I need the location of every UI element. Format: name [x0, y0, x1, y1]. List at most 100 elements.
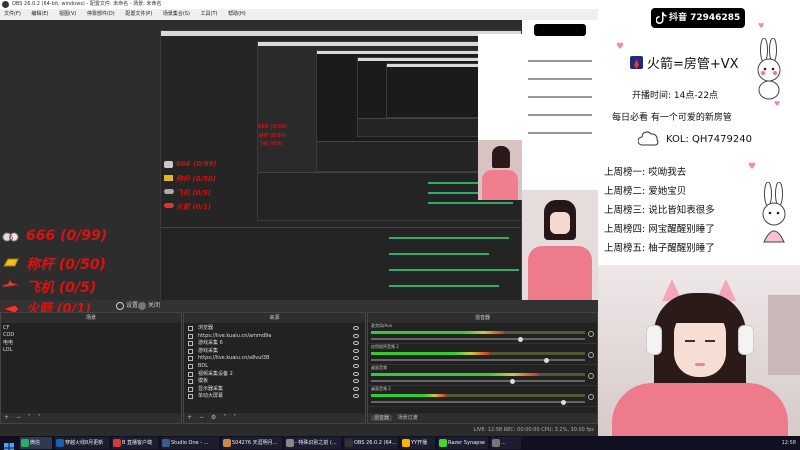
taskbar-app-button[interactable]: 穿越火线8月更新	[55, 437, 109, 449]
gear-icon[interactable]	[116, 302, 124, 310]
headphone-cup	[646, 325, 662, 355]
move-up-icon[interactable]: ˄	[28, 414, 31, 421]
cloud-icon	[637, 131, 660, 147]
visibility-eye-icon[interactable]	[353, 379, 359, 384]
close-label[interactable]: 关闭	[148, 300, 160, 312]
gear-icon[interactable]: ⚙	[211, 414, 216, 421]
add-scene-button[interactable]: +	[4, 414, 9, 421]
rank-4: 上周榜四: 网宝醒醒别睡了	[604, 224, 715, 235]
source-item[interactable]: 游戏采集	[186, 348, 363, 356]
taskbar-app-label: YY开播	[411, 440, 428, 446]
taskbar-app-button[interactable]: OBS 26.0.2 (64...	[344, 437, 398, 449]
menu-edit[interactable]: 编辑(E)	[31, 11, 48, 17]
visibility-eye-icon[interactable]	[353, 386, 359, 391]
taskbar-app-button[interactable]: YY开播	[401, 437, 435, 449]
taskbar-app-button[interactable]: B 直播客户端	[112, 437, 158, 449]
menu-help[interactable]: 帮助(H)	[228, 11, 246, 17]
menu-bar: 文件(F) 编辑(E) 视图(V) 停靠部件(D) 配置文件(P) 场景集合(S…	[0, 9, 598, 20]
broadcast-hours: 开播时间: 14点-22点	[632, 91, 719, 101]
headphone-cup	[738, 325, 754, 355]
taskbar-app-label: - 特殊识别之前 (...	[295, 440, 337, 446]
status-bar: LIVE: 12:58 REC: 00:00:00 CPU: 3.2%, 30.…	[0, 424, 598, 436]
taskbar-app-label: 微信	[30, 440, 41, 446]
scene-item[interactable]: LOL	[3, 347, 179, 354]
move-down-icon[interactable]: ˅	[233, 414, 236, 421]
mixer-track: 桌面音频 2	[368, 386, 597, 407]
gear-icon[interactable]	[588, 394, 594, 400]
gift-small-4: 火箭 (0/1)	[176, 203, 212, 211]
source-item[interactable]: 浏览器	[186, 325, 363, 333]
scene-item[interactable]: 电电	[3, 340, 179, 347]
menu-view[interactable]: 视图(V)	[59, 11, 76, 17]
app-icon	[286, 439, 294, 447]
mixer-track-name: 应用程序音频 2	[371, 344, 399, 349]
source-item[interactable]: 模板	[186, 378, 363, 386]
gamepad-icon	[188, 341, 193, 347]
visibility-eye-icon[interactable]	[353, 363, 359, 368]
title-bar: OBS 26.0.2 (64-bit, windows) - 配置文件: 未命名…	[0, 0, 598, 9]
source-item[interactable]: BDL	[186, 363, 363, 371]
menu-scene-collection[interactable]: 场景集合(S)	[163, 11, 190, 17]
mixer-track-name: 桌面音频	[371, 365, 387, 370]
source-item[interactable]: 单动大屏幕	[186, 393, 363, 401]
visibility-eye-icon[interactable]	[353, 341, 359, 346]
menu-docks[interactable]: 停靠部件(D)	[87, 11, 115, 17]
sources-title: 来源	[184, 313, 365, 323]
obs-window: OBS 26.0.2 (64-bit, windows) - 配置文件: 未命名…	[0, 0, 598, 436]
scene-item[interactable]: COD	[3, 332, 179, 339]
move-down-icon[interactable]: ˅	[38, 414, 41, 421]
gift-overlay-small: 666 (0/99) 称杆 (0/50) 飞机 (0/5) 火箭 (0/1)	[162, 160, 262, 216]
gear-icon[interactable]	[588, 331, 594, 337]
visibility-eye-icon[interactable]	[353, 326, 359, 330]
volume-slider-knob[interactable]	[509, 378, 515, 384]
gear-icon[interactable]	[588, 373, 594, 379]
mixer-track-name: 麦克风/Aux	[371, 323, 392, 328]
taskbar-app-button[interactable]: Studio One - ...	[161, 437, 219, 449]
visibility-eye-icon[interactable]	[353, 394, 359, 399]
gear-icon[interactable]	[588, 352, 594, 358]
source-item[interactable]: 视频采集设备 2	[186, 371, 363, 379]
volume-slider[interactable]	[371, 378, 585, 384]
remove-source-button[interactable]: −	[199, 414, 204, 421]
volume-slider[interactable]	[371, 336, 585, 342]
add-source-button[interactable]: +	[187, 414, 192, 421]
vx-line: 火箭=房管+VX	[647, 57, 739, 72]
tab-mixer[interactable]: 混音器	[371, 415, 393, 421]
move-up-icon[interactable]: ˄	[223, 414, 226, 421]
source-item[interactable]: https://live.kuaiu.cn/a8vul3B	[186, 355, 363, 363]
daily-notice: 每日必看 有一个可爱的新房管	[612, 113, 732, 123]
taskbar-app-button[interactable]: Razer Synapse	[438, 437, 488, 449]
taskbar-app-button[interactable]: ...	[491, 437, 521, 449]
volume-slider-knob[interactable]	[561, 399, 567, 405]
visibility-eye-icon[interactable]	[353, 348, 359, 353]
mixer-tracks: 麦克风/Aux 应用程序音频 2 桌面音频桌面音频 2	[368, 323, 597, 407]
settings-label[interactable]: 设置	[126, 300, 138, 312]
sources-dock: 来源 浏览器 https://live.kuaiu.cn/ammd9a 游戏采集…	[183, 312, 366, 424]
gift-small-2: 称杆 (0/50)	[176, 175, 217, 183]
volume-slider-knob[interactable]	[518, 336, 524, 342]
scene-item[interactable]: CF	[3, 325, 179, 332]
taskbar-app-button[interactable]: 504276 天涯明月...	[222, 437, 282, 449]
taskbar-app-button[interactable]: - 特殊识别之前 (...	[285, 437, 341, 449]
preview-canvas[interactable]: 666 (0/99) 称杆 (0/50) 飞机 (0/5) 666 (0/99)…	[0, 20, 598, 300]
volume-slider-knob[interactable]	[543, 357, 549, 363]
menu-tools[interactable]: 工具(T)	[201, 11, 218, 17]
plane-icon	[2, 278, 20, 292]
taskbar-app-button[interactable]: 微信	[20, 437, 52, 449]
windows-start-icon[interactable]	[4, 438, 14, 450]
menu-file[interactable]: 文件(F)	[4, 11, 21, 17]
visibility-eye-icon[interactable]	[353, 356, 359, 361]
gift-overlay-tiny: 666 (0/99) 称杆 (0/50) 飞机 (0/5)	[258, 124, 318, 154]
tab-transitions[interactable]: 场景过渡	[398, 415, 418, 421]
taskbar-app-label: ...	[501, 440, 506, 446]
gift-666: 666 (0/99)	[26, 228, 108, 244]
menu-profile[interactable]: 配置文件(P)	[125, 11, 152, 17]
volume-slider[interactable]	[371, 357, 585, 363]
visibility-eye-icon[interactable]	[353, 371, 359, 376]
source-item[interactable]: 游戏采集 6	[186, 340, 363, 348]
close-icon[interactable]	[138, 302, 146, 310]
audio-level-meter	[371, 331, 585, 334]
remove-scene-button[interactable]: −	[16, 414, 21, 421]
volume-slider[interactable]	[371, 399, 585, 405]
visibility-eye-icon[interactable]	[353, 333, 359, 338]
